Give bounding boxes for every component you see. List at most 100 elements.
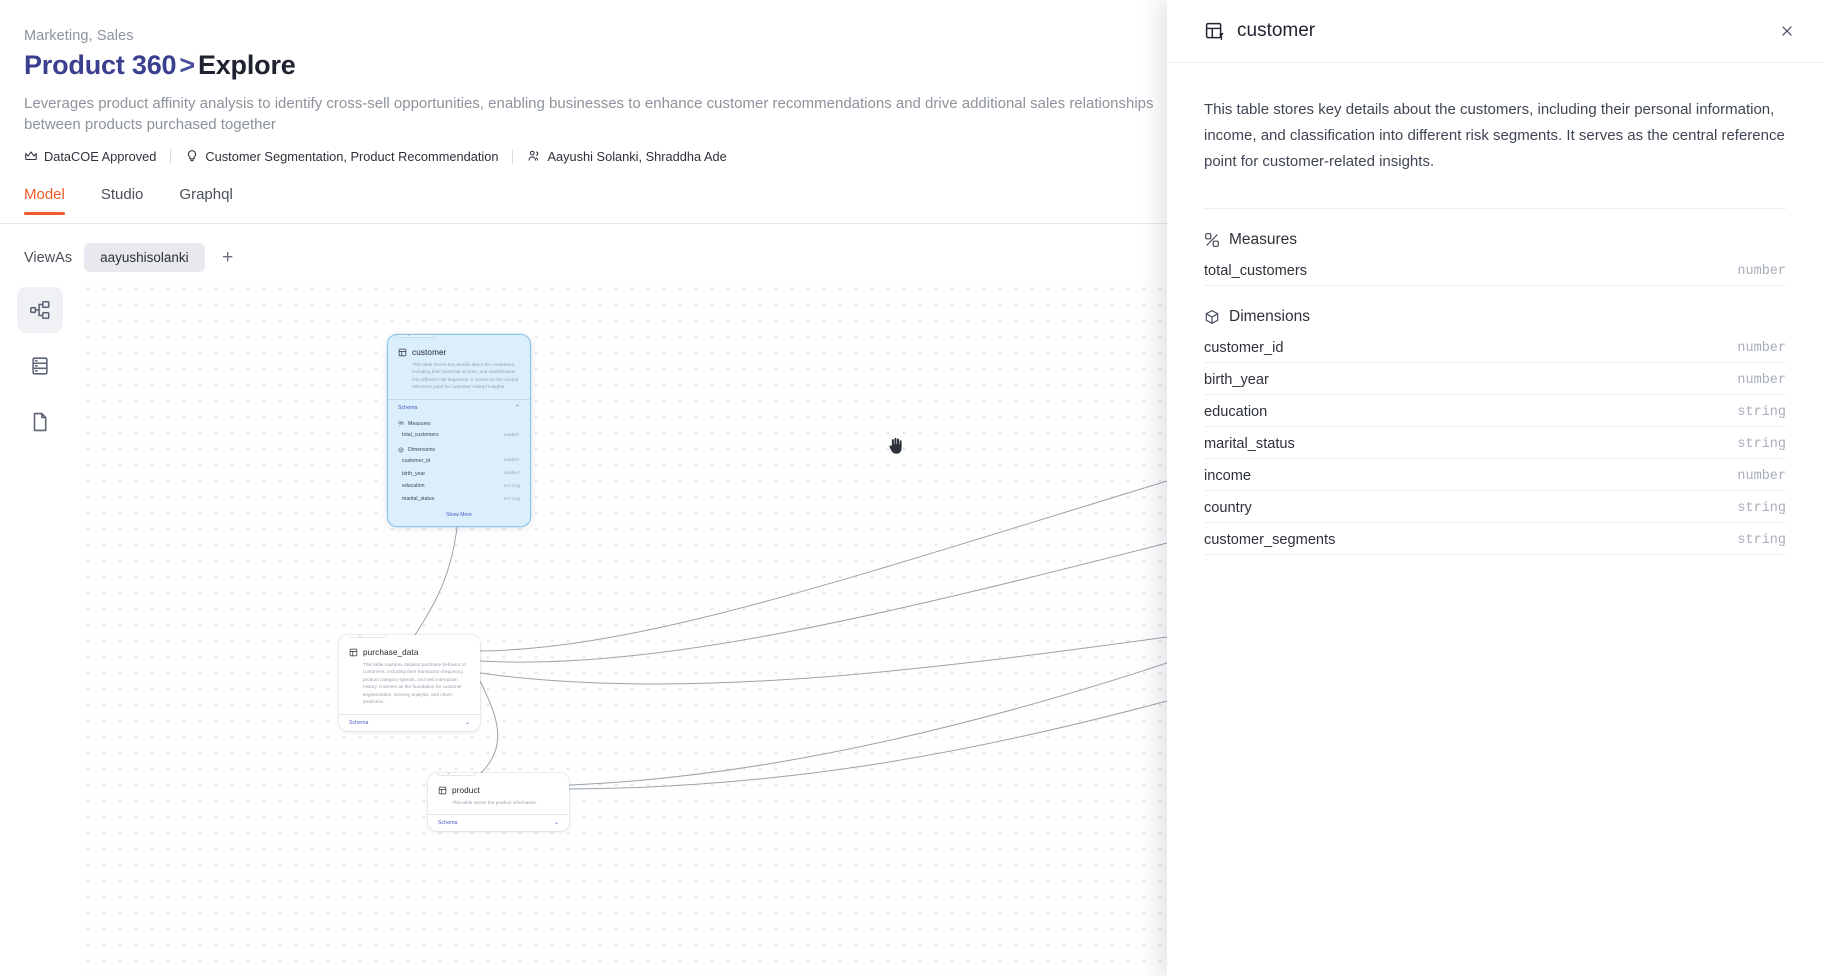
details-panel: customer This table stores key details a… [1167,0,1823,976]
metadata-approval: DataCOE Approved [24,149,156,164]
measure-row[interactable]: total_customers number [1204,257,1786,287]
node-purchase-data-schema-label: Schema [349,719,369,726]
dimension-type: string [1737,404,1786,420]
dimension-type: number [1737,468,1786,484]
field-name: birth_year [402,470,426,477]
viewas-user-chip[interactable]: aayushisolanki [84,243,205,273]
toolbar-model-graph-button[interactable] [17,287,63,333]
dimension-type: string [1737,532,1786,548]
chevron-down-icon: ⌄ [553,820,559,827]
dimension-row[interactable]: income number [1204,462,1786,492]
field-name: education [402,483,425,490]
node-customer-dimensions-group: Dimensions [388,442,530,455]
details-panel-divider [1204,208,1786,210]
node-customer-dimension-row[interactable]: education string [388,480,530,493]
page-title-sub: Explore [197,50,296,80]
close-icon[interactable] [1773,17,1801,45]
graph-edges [409,480,1167,790]
dimensions-section-header: Dimensions [1204,308,1786,326]
dimension-type: number [1737,340,1786,356]
node-product-badge: Logical Table [436,773,477,777]
node-customer-dimension-row[interactable]: customer_id number [388,455,530,468]
node-customer-measures-label: Measures [408,420,431,427]
node-customer-title: customer [412,348,447,357]
breadcrumb-category: Marketing, Sales [24,28,134,44]
node-product-description: This table stores the product informatio… [452,800,538,805]
field-name: marital_status [402,496,435,503]
details-panel-body: This table stores key details about the … [1167,63,1823,976]
dimension-name: customer_id [1204,340,1284,357]
node-purchase-data-header: purchase_data [349,648,470,657]
node-customer-dimension-row[interactable]: birth_year number [388,467,530,480]
tab-studio[interactable]: Studio [101,186,158,214]
node-purchase-data-badge: Logical Table [347,635,388,639]
app-root: Marketing, Sales Product 360 > Explore Lev… [0,0,1823,976]
logical-table-icon [1204,21,1225,42]
field-type: string [503,496,520,502]
node-customer-badge: Logical Table [396,335,437,339]
details-panel-title: customer [1237,20,1316,41]
node-product-schema-toggle[interactable]: Schema ⌄ [428,814,569,831]
metadata-approval-label: DataCOE Approved [44,148,157,164]
dimension-row[interactable]: country string [1204,494,1786,524]
add-viewas-button[interactable]: + [217,248,239,267]
toolbar-files-button[interactable] [17,399,63,445]
dimension-row[interactable]: marital_status string [1204,430,1786,460]
toolbar-data-sources-button[interactable] [17,343,63,389]
measures-label: Measures [1229,231,1298,249]
dimension-type: number [1737,372,1786,388]
logical-table-icon [398,348,407,357]
tab-model[interactable]: Model [24,186,79,215]
node-product-schema-label: Schema [438,820,458,827]
node-customer-dimension-row[interactable]: marital_status string [388,493,530,506]
logical-table-icon [349,648,358,657]
node-product-body: product This table stores the product in… [428,773,569,814]
crown-icon [24,149,38,163]
metadata-tags-label: Customer Segmentation, Product Recommend… [205,148,499,164]
details-panel-description: This table stores key details about the … [1204,101,1785,170]
node-customer-measure-row[interactable]: total_customers number [388,429,530,442]
dimension-name: income [1204,468,1252,485]
node-purchase-data-description: This table captures detailed purchase be… [363,662,466,705]
node-purchase-data-title: purchase_data [363,648,419,657]
node-customer-schema-label: Schema [398,404,418,411]
measures-icon [1205,233,1219,248]
lightbulb-icon [185,149,199,163]
node-customer[interactable]: Logical Table customer This table stores… [388,335,530,526]
model-canvas[interactable]: Logical Table customer This table stores… [80,281,1167,976]
field-type: number [503,471,520,477]
page-description: Leverages product affinity analysis to i… [24,95,1154,134]
field-name: customer_id [402,457,431,464]
chevron-up-icon: ⌃ [514,404,520,411]
canvas-toolbar [0,281,80,976]
field-type: number [503,432,520,438]
page-title: Product 360 > Explore [24,50,1167,81]
page-header: Marketing, Sales Product 360 > Explore Lev… [0,0,1167,164]
measures-section-header: Measures [1204,231,1786,249]
dimension-row[interactable]: birth_year number [1204,366,1786,396]
node-purchase-data-schema-toggle[interactable]: Schema ⌄ [339,713,480,731]
dimension-row[interactable]: customer_segments string [1204,526,1786,556]
node-customer-description: This table stores key details about the … [412,362,519,390]
node-customer-measures-group: Measures [388,416,530,429]
main-area: Marketing, Sales Product 360 > Explore Lev… [0,0,1167,976]
details-panel-header: customer [1167,0,1823,63]
node-product-header: product [438,786,559,795]
page-title-separator: > [179,50,195,80]
dimension-row[interactable]: customer_id number [1204,334,1786,364]
tab-graphql[interactable]: Graphql [179,186,246,214]
measure-name: total_customers [1204,263,1308,280]
node-customer-show-more-button[interactable]: Show More [388,506,530,526]
node-customer-header: customer [398,348,520,357]
field-name: total_customers [402,432,439,439]
field-type: number [503,458,520,464]
metadata-owners-label: Aayushi Solanki, Shraddha Ade [547,148,727,164]
dimension-row[interactable]: education string [1204,398,1786,428]
node-purchase-data[interactable]: Logical Table purchase_data This table c… [339,635,480,731]
metadata-row: DataCOE Approved Customer Segmentation, … [24,148,1167,164]
node-customer-schema-toggle[interactable]: Schema ⌃ [388,398,530,416]
dimensions-icon [1205,310,1219,325]
node-product[interactable]: Logical Table product This table stores … [428,773,569,832]
logical-table-icon [438,786,447,795]
field-type: string [503,483,520,489]
